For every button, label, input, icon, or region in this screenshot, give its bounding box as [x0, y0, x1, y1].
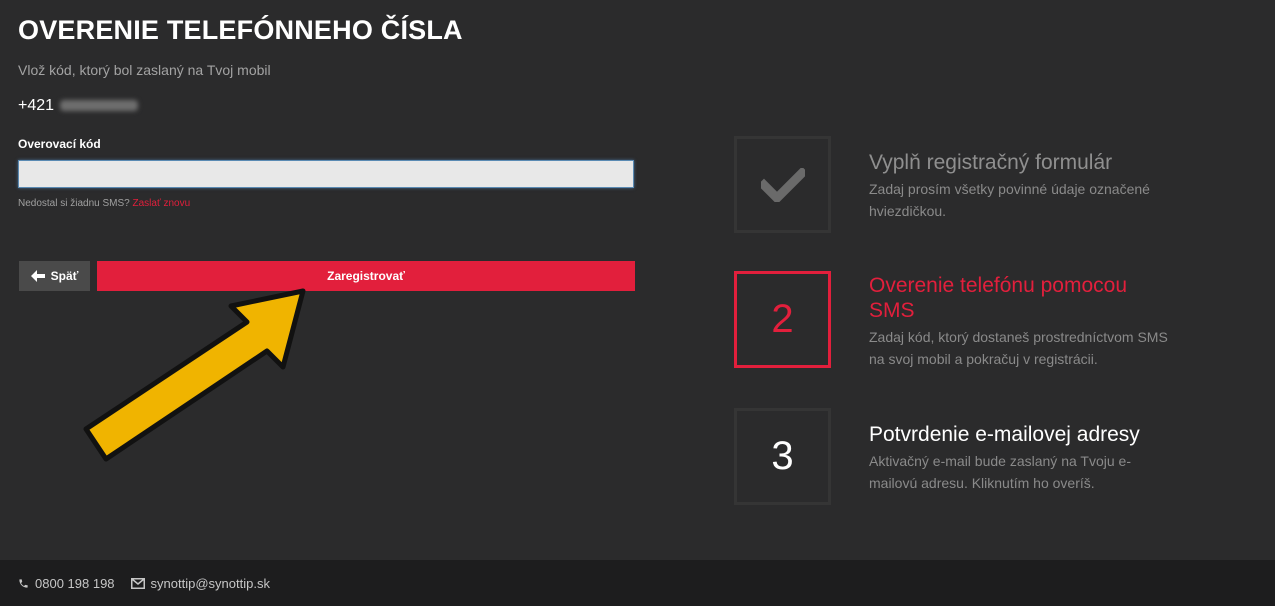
phone-icon: [19, 578, 28, 588]
footer: 0800 198 198 synottip@synottip.sk: [0, 560, 1275, 606]
verification-code-input[interactable]: [18, 160, 634, 188]
phone-prefix: +421: [18, 97, 55, 114]
step-3-box: 3: [734, 408, 831, 505]
footer-phone-number: 0800 198 198: [35, 575, 115, 591]
check-icon: [760, 167, 805, 202]
phone-number-redacted: [60, 100, 139, 112]
step-1-title: Vyplň registračný formulár: [869, 151, 1113, 174]
step-2-box: 2: [734, 271, 831, 368]
back-button-label: Späť: [50, 269, 79, 283]
footer-email-address: synottip@synottip.sk: [150, 575, 270, 591]
footer-phone[interactable]: 0800 198 198: [18, 576, 115, 591]
envelope-icon: [130, 577, 145, 589]
step-2-desc: Zadaj kód, ktorý dostaneš prostredníctvo…: [869, 329, 1168, 367]
step-3-title: Potvrdenie e-mailovej adresy: [869, 423, 1140, 446]
pointer-arrow-icon: [83, 288, 306, 462]
step-3-number: 3: [771, 434, 794, 478]
step-1-box: [734, 136, 831, 233]
footer-email[interactable]: synottip@synottip.sk: [130, 575, 270, 591]
page-title: OVERENIE TELEFÓNNEHO ČÍSLA: [18, 15, 463, 45]
step-3-desc: Aktivačný e-mail bude zaslaný na Tvoju e…: [869, 453, 1131, 491]
step-2-title: Overenie telefónu pomocou SMS: [869, 274, 1127, 322]
resend-link[interactable]: Zaslať znovu: [133, 198, 191, 209]
step-1-desc: Zadaj prosím všetky povinné údaje označe…: [869, 181, 1150, 219]
resend-line: Nedostal si žiadnu SMS? Zaslať znovu: [18, 198, 190, 209]
arrow-left-icon: [30, 270, 45, 282]
page-subtitle: Vlož kód, ktorý bol zaslaný na Tvoj mobi…: [18, 62, 271, 78]
resend-text: Nedostal si žiadnu SMS?: [18, 198, 130, 209]
code-label: Overovací kód: [18, 137, 101, 151]
phone-number: +421: [18, 97, 139, 115]
step-2-number: 2: [771, 297, 794, 341]
